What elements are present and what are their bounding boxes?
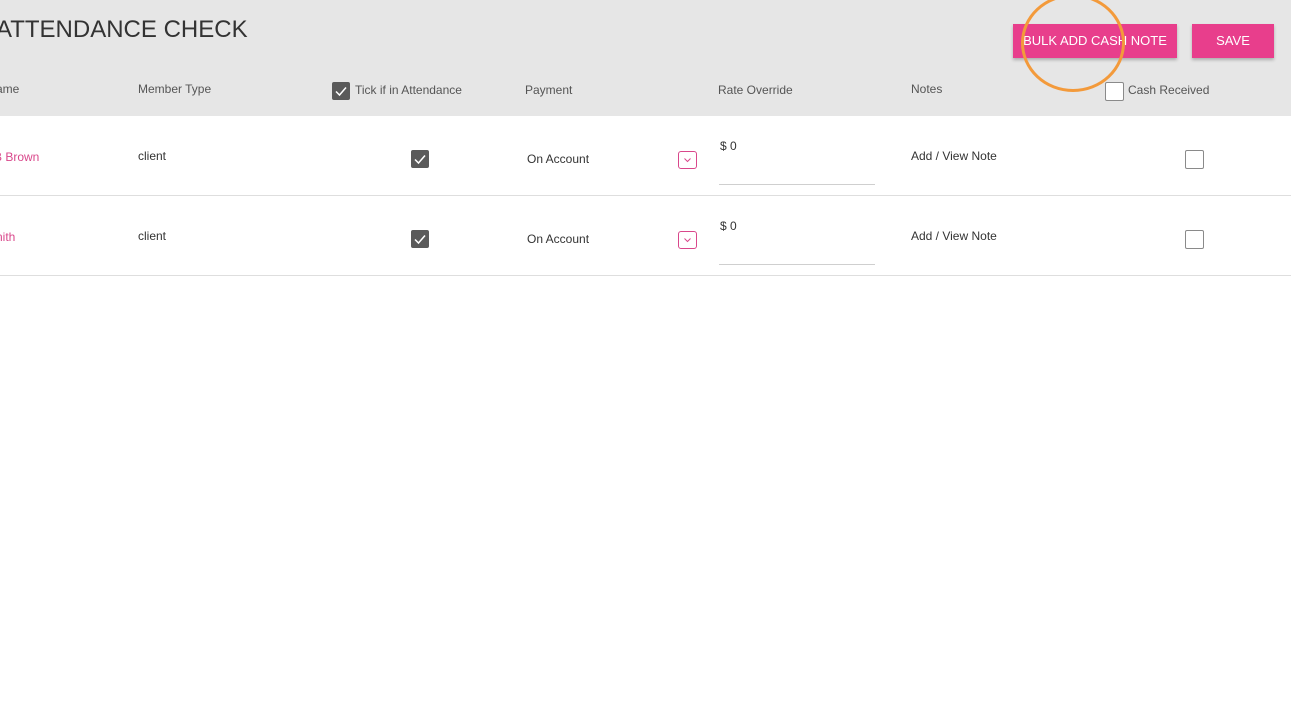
member-name-link[interactable]: B Brown: [0, 150, 39, 164]
cash-received-checkbox[interactable]: [1185, 150, 1204, 169]
payment-dropdown-toggle[interactable]: [678, 151, 697, 169]
payment-select[interactable]: On Account: [527, 152, 589, 166]
save-button[interactable]: SAVE: [1192, 24, 1274, 58]
checkmark-icon: [335, 87, 347, 97]
cash-received-checkbox[interactable]: [1185, 230, 1204, 249]
member-type: client: [138, 229, 167, 243]
member-type: client: [138, 149, 167, 163]
member-name-link[interactable]: nith: [0, 230, 15, 244]
add-view-note-link[interactable]: Add / View Note: [911, 149, 997, 163]
table-row: nith client On Account $ 0 Add / View No…: [0, 196, 1291, 276]
rate-input-underline: [719, 264, 875, 265]
chevron-down-icon: [684, 238, 691, 243]
bulk-add-cash-note-button[interactable]: BULK ADD CASH NOTE: [1013, 24, 1177, 58]
rate-override-input[interactable]: $ 0: [720, 219, 737, 233]
rate-input-underline: [719, 184, 875, 185]
table-row: B Brown client On Account $ 0 Add / View…: [0, 116, 1291, 196]
column-header-attendance: Tick if in Attendance: [355, 83, 462, 97]
select-all-cash-checkbox[interactable]: [1105, 82, 1124, 101]
add-view-note-link[interactable]: Add / View Note: [911, 229, 997, 243]
column-header-payment[interactable]: Payment: [525, 83, 572, 97]
checkmark-icon: [414, 155, 426, 165]
column-header-notes[interactable]: Notes: [911, 82, 942, 96]
select-all-attendance-checkbox[interactable]: [332, 82, 350, 100]
page-title: ATTENDANCE CHECK: [0, 16, 248, 43]
column-header-member-type[interactable]: Member Type: [138, 82, 211, 96]
rate-override-input[interactable]: $ 0: [720, 139, 737, 153]
header-bar: ATTENDANCE CHECK BULK ADD CASH NOTE SAVE…: [0, 0, 1291, 116]
chevron-down-icon: [684, 158, 691, 163]
checkmark-icon: [414, 235, 426, 245]
attendance-checkbox[interactable]: [411, 230, 429, 248]
payment-dropdown-toggle[interactable]: [678, 231, 697, 249]
payment-select[interactable]: On Account: [527, 232, 589, 246]
column-header-name[interactable]: ame: [0, 82, 19, 96]
column-header-rate-override[interactable]: Rate Override: [718, 83, 793, 97]
attendance-check-page: ATTENDANCE CHECK BULK ADD CASH NOTE SAVE…: [0, 0, 1291, 721]
attendance-checkbox[interactable]: [411, 150, 429, 168]
column-header-cash-received: Cash Received: [1128, 83, 1210, 97]
